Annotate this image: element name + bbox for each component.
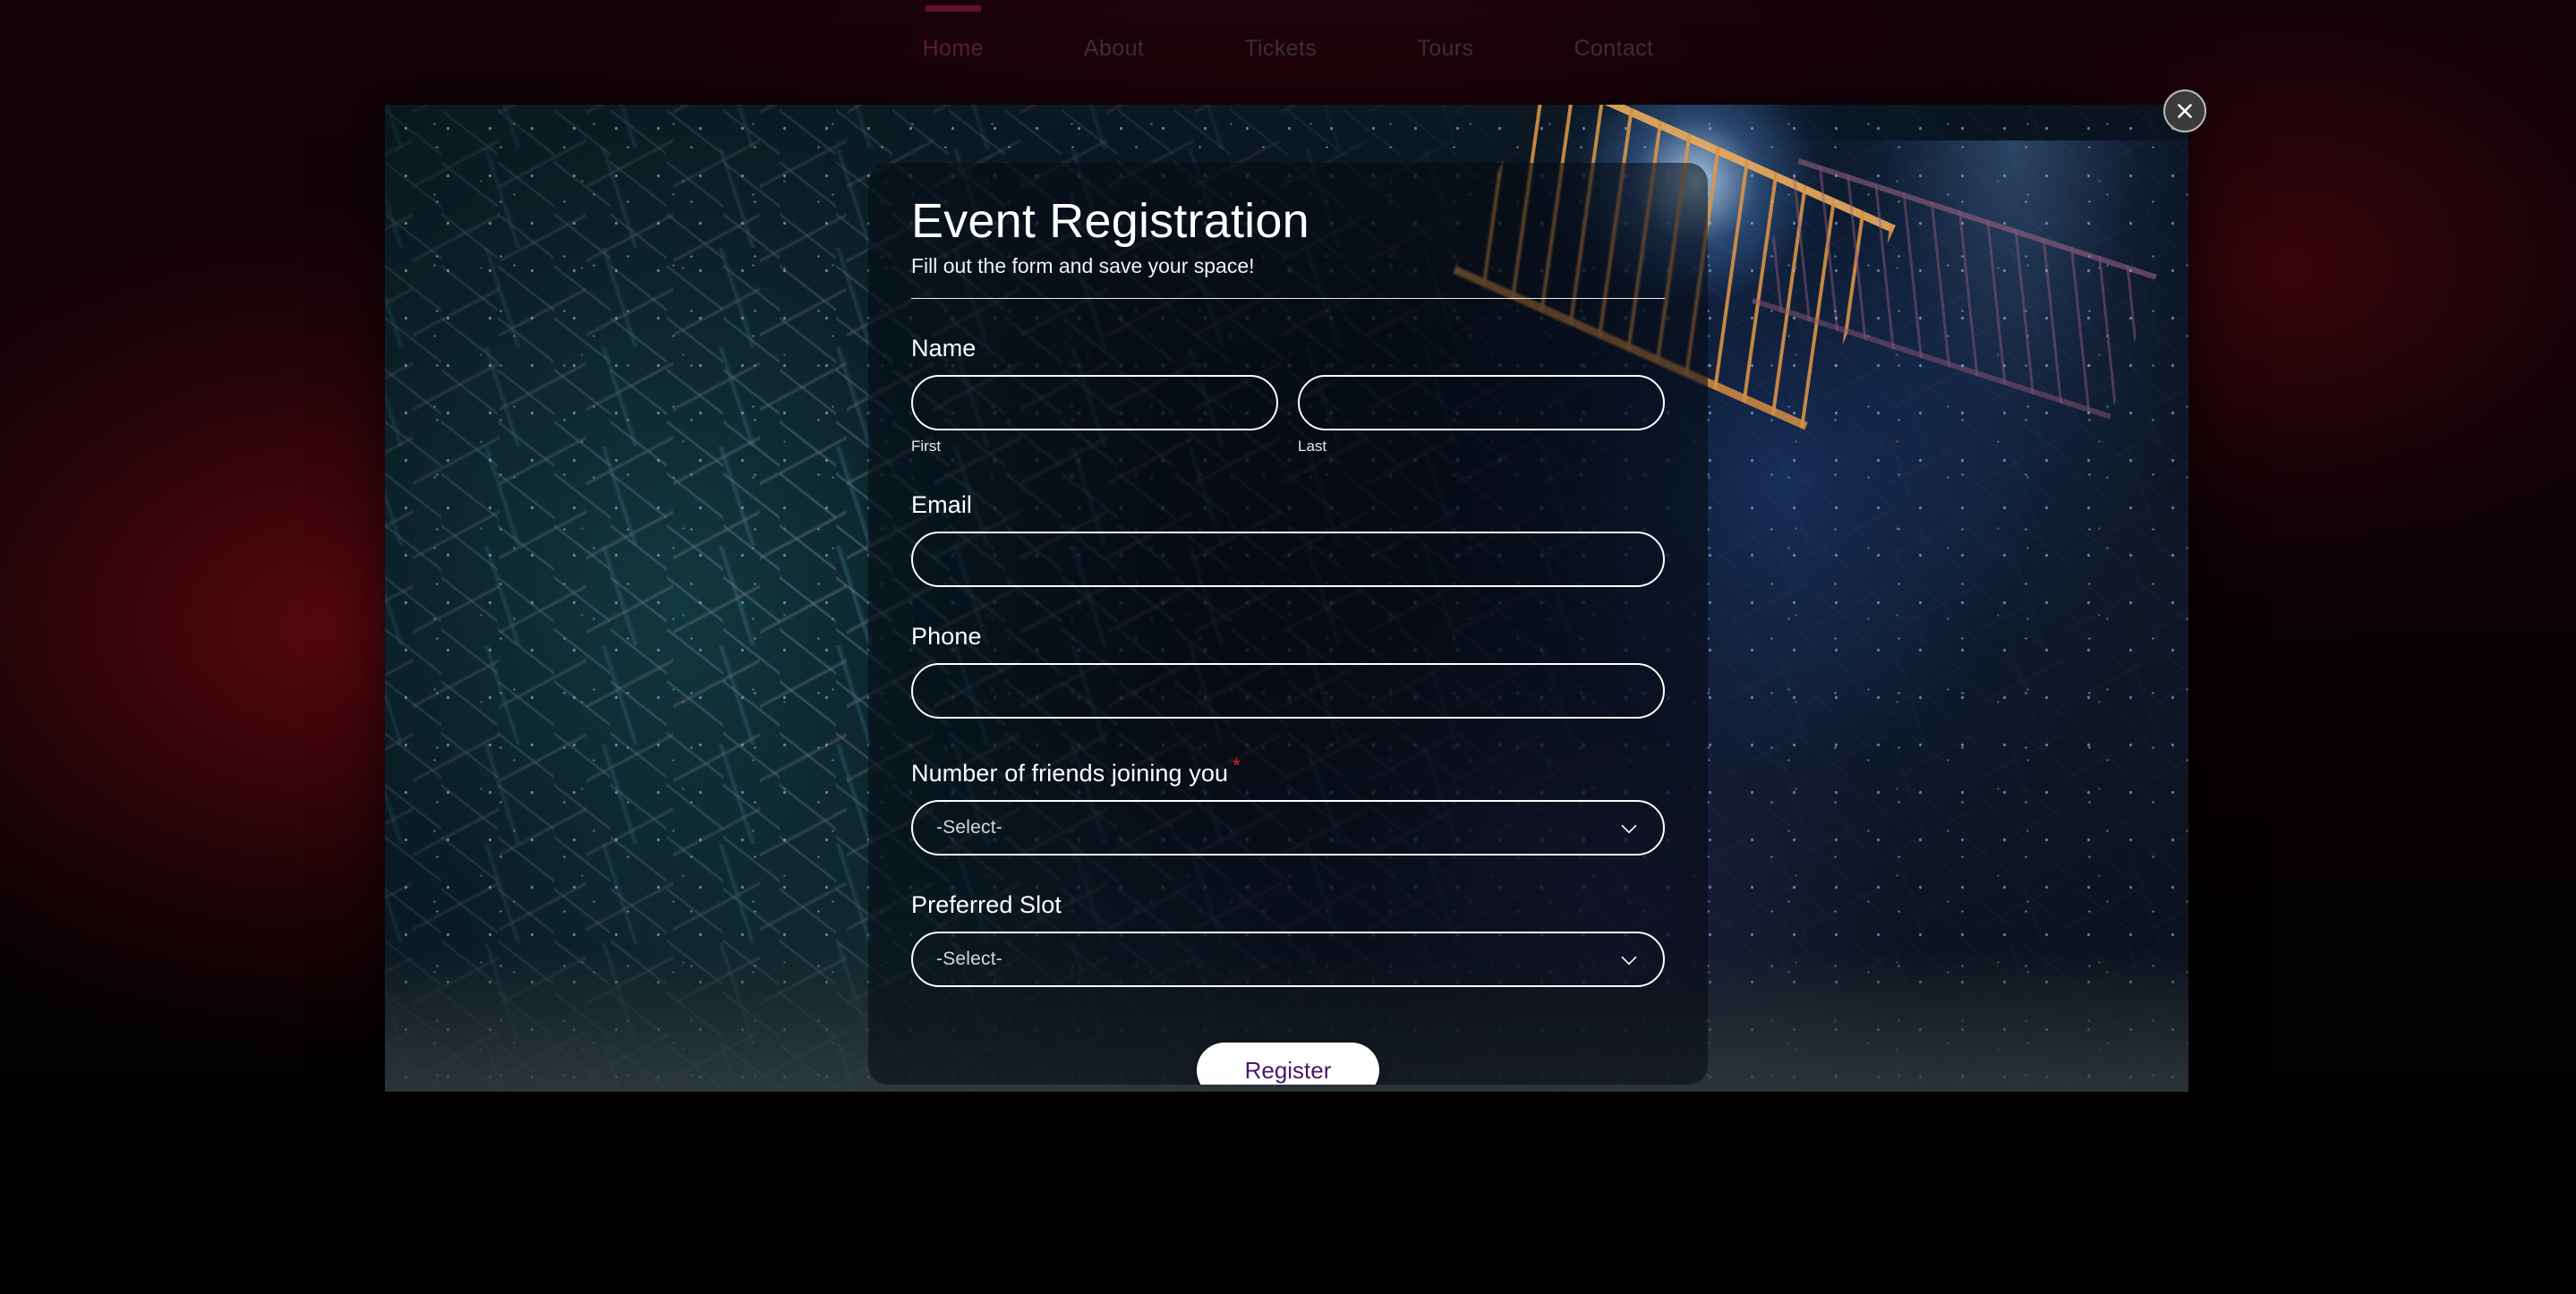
main-navigation: Home About Tickets Tours Contact xyxy=(0,0,2576,97)
friends-label: Number of friends joining you * xyxy=(911,754,1241,787)
email-label: Email xyxy=(911,491,973,519)
name-last-group: Last xyxy=(1298,362,1665,455)
field-number-of-friends: Number of friends joining you * -Select- xyxy=(911,754,1665,856)
submit-row: Register xyxy=(911,1043,1665,1085)
last-name-sublabel: Last xyxy=(1298,438,1327,455)
nav-item-home[interactable]: Home xyxy=(919,4,987,71)
form-title: Event Registration xyxy=(911,194,1309,248)
nav-item-tickets-label: Tickets xyxy=(1244,35,1318,61)
nav-item-tours[interactable]: Tours xyxy=(1413,27,1477,71)
nav-item-about-label: About xyxy=(1083,35,1145,61)
slot-select[interactable]: -Select- xyxy=(911,932,1665,988)
first-name-input[interactable] xyxy=(911,375,1278,431)
required-asterisk: * xyxy=(1233,754,1241,778)
phone-input[interactable] xyxy=(911,663,1665,719)
nav-item-about[interactable]: About xyxy=(1080,27,1147,71)
slot-select-value: -Select- xyxy=(936,949,1002,970)
title-divider xyxy=(911,298,1665,300)
friends-label-text: Number of friends joining you xyxy=(911,760,1229,787)
page-root: Home About Tickets Tours Contact Event R… xyxy=(0,0,2576,1294)
last-name-input[interactable] xyxy=(1298,375,1665,431)
registration-form-panel: Event Registration Fill out the form and… xyxy=(868,163,1708,1085)
first-name-sublabel: First xyxy=(911,438,942,455)
friends-select-value: -Select- xyxy=(936,817,1002,839)
register-button[interactable]: Register xyxy=(1196,1043,1380,1085)
friends-select[interactable]: -Select- xyxy=(911,800,1665,856)
nav-item-home-label: Home xyxy=(922,35,984,61)
nav-item-tours-label: Tours xyxy=(1417,35,1474,61)
close-x-icon xyxy=(2178,104,2192,118)
field-email: Email xyxy=(911,491,1665,588)
nav-active-indicator xyxy=(925,4,981,12)
form-subtitle: Fill out the form and save your space! xyxy=(911,254,1255,278)
slot-label: Preferred Slot xyxy=(911,891,1062,919)
email-input[interactable] xyxy=(911,532,1665,588)
nav-item-contact[interactable]: Contact xyxy=(1570,27,1657,71)
field-phone: Phone xyxy=(911,623,1665,719)
field-preferred-slot: Preferred Slot -Select- xyxy=(911,891,1665,988)
nav-item-contact-label: Contact xyxy=(1574,35,1654,61)
phone-label: Phone xyxy=(911,623,982,651)
name-first-group: First xyxy=(911,362,1278,455)
name-label: Name xyxy=(911,335,977,362)
nav-item-tickets[interactable]: Tickets xyxy=(1241,27,1320,71)
registration-modal: Event Registration Fill out the form and… xyxy=(385,105,2188,1092)
close-modal-button[interactable] xyxy=(2163,89,2206,132)
field-name: Name First Last xyxy=(911,335,1665,455)
